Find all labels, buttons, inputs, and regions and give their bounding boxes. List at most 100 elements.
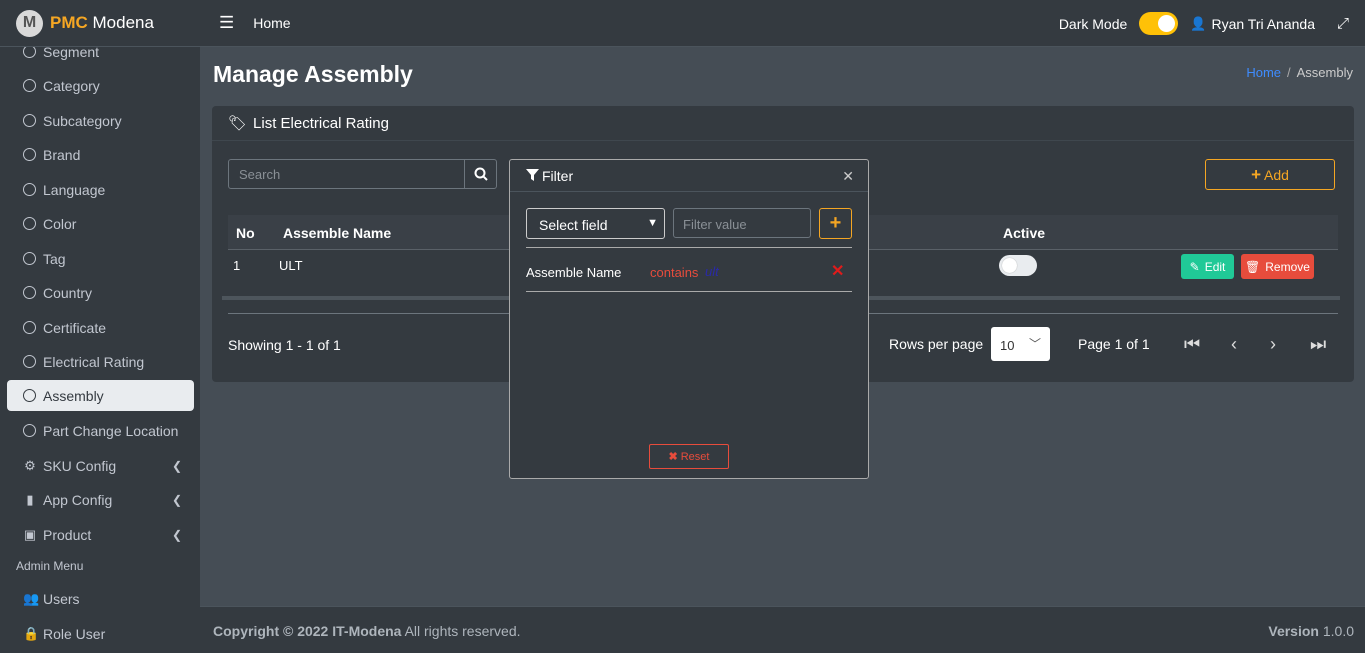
circle-icon (23, 252, 36, 265)
reset-button[interactable]: ✖ Reset (649, 444, 729, 469)
sidebar-item-subcategory[interactable]: Subcategory (7, 105, 194, 136)
sidebar-item-color[interactable]: Color (7, 208, 194, 239)
sidebar-item-category[interactable]: Category (7, 70, 194, 101)
chevron-left-icon: ❮ (171, 492, 182, 507)
sidebar-group-sku-config[interactable]: ⚙ SKU Config ❮ (7, 450, 194, 481)
plus-icon: + (1251, 164, 1261, 184)
cell-no: 1 (233, 258, 241, 273)
condition-operator: contains (650, 265, 699, 280)
search-box (228, 159, 497, 189)
gear-icon: ⚙ (24, 457, 36, 473)
sidebar-item-assembly[interactable]: Assembly (7, 380, 194, 411)
card-title: List Electrical Rating (253, 114, 389, 132)
sidebar-item-certificate[interactable]: Certificate (7, 312, 194, 343)
version: Version 1.0.0 (1268, 623, 1354, 639)
remove-button[interactable]: 🗑 Remove (1241, 254, 1314, 279)
edit-button[interactable]: ✎ Edit (1181, 254, 1234, 279)
breadcrumb-home-link[interactable]: Home (1246, 65, 1281, 80)
condition-value: ult (705, 264, 719, 279)
chevron-down-icon: ▼ (647, 217, 658, 229)
circle-icon (23, 389, 36, 402)
edit-icon: ✎ (1189, 259, 1200, 274)
sidebar-group-product[interactable]: ▣ Product ❮ (7, 519, 194, 550)
search-button[interactable] (464, 160, 496, 188)
cell-assemble-name: ULT (279, 258, 303, 273)
chevron-down-icon: ﹀ (1028, 337, 1041, 351)
sidebar-item-users[interactable]: 👥 Users (7, 583, 194, 614)
sidebar-item-tag[interactable]: Tag (7, 243, 194, 274)
user-icon: 👤 (1190, 15, 1207, 31)
sidebar-item-part-change-location[interactable]: Part Change Location (7, 415, 194, 446)
close-icon[interactable]: ✕ (842, 168, 854, 185)
divider (526, 247, 852, 248)
mobile-icon: ▮ (26, 491, 34, 507)
top-home-link[interactable]: Home (253, 15, 290, 31)
column-header-assemble-name[interactable]: Assemble Name (283, 225, 391, 241)
sidebar-group-app-config[interactable]: ▮ App Config ❮ (7, 484, 194, 515)
field-select[interactable]: Select field ▼ (526, 208, 665, 239)
chevron-left-icon: ❮ (171, 458, 182, 473)
circle-icon (23, 424, 36, 437)
circle-icon (23, 79, 36, 92)
sidebar: M PMC Modena Segment Category Subcategor… (0, 0, 200, 653)
breadcrumb: Home / Assembly (1246, 65, 1353, 80)
add-filter-button[interactable]: + (819, 208, 852, 239)
column-header-no[interactable]: No (236, 225, 255, 241)
filter-title: Filter (542, 167, 574, 184)
sidebar-item-brand[interactable]: Brand (7, 139, 194, 170)
brand-name: PMC Modena (50, 13, 154, 32)
briefcase-icon: ▣ (23, 526, 37, 542)
circle-icon (23, 183, 36, 196)
plus-icon: + (829, 212, 842, 234)
topbar-right: Dark Mode 👤 Ryan Tri Ananda ⤢ (1059, 0, 1349, 47)
circle-icon (23, 286, 36, 299)
hamburger-menu-icon[interactable]: ☰ (219, 13, 234, 33)
tags-icon: 🏷 (228, 115, 248, 132)
active-toggle[interactable] (999, 255, 1037, 276)
search-icon (474, 167, 488, 181)
users-cog-icon: 👥 (23, 590, 40, 606)
prev-page-icon[interactable]: ‹ (1231, 334, 1237, 355)
circle-icon (23, 355, 36, 368)
brand[interactable]: M PMC Modena (0, 0, 200, 47)
breadcrumb-current: Assembly (1296, 65, 1353, 80)
close-icon: ✖ (668, 451, 678, 463)
circle-icon (23, 114, 36, 127)
page-indicator: Page 1 of 1 (1078, 336, 1150, 352)
sidebar-item-role-user[interactable]: 🔒 Role User (7, 618, 194, 649)
brand-logo: M (16, 9, 43, 37)
lock-icon: 🔒 (23, 625, 40, 641)
copyright: Copyright © 2022 IT-Modena All rights re… (213, 623, 521, 639)
sidebar-header-admin: Admin Menu (16, 559, 84, 573)
sidebar-item-language[interactable]: Language (7, 174, 194, 205)
circle-icon (23, 217, 36, 230)
first-page-icon[interactable]: ⏮ (1184, 334, 1200, 355)
card-header: 🏷 List Electrical Rating (212, 106, 1354, 141)
rows-per-page-select[interactable]: 10 ﹀ (991, 327, 1050, 361)
sidebar-item-country[interactable]: Country (7, 277, 194, 308)
add-button[interactable]: + Add (1205, 159, 1335, 190)
trash-icon: 🗑 (1245, 259, 1261, 274)
column-header-active[interactable]: Active (1003, 225, 1045, 241)
chevron-left-icon: ❮ (171, 527, 182, 542)
footer: Copyright © 2022 IT-Modena All rights re… (200, 606, 1365, 653)
showing-count: Showing 1 - 1 of 1 (228, 337, 341, 353)
dark-mode-toggle[interactable] (1139, 12, 1179, 35)
fullscreen-icon[interactable]: ⤢ (1337, 15, 1349, 32)
dark-mode-label: Dark Mode (1058, 15, 1128, 32)
divider (526, 291, 852, 292)
sidebar-item-electrical-rating[interactable]: Electrical Rating (7, 346, 194, 377)
search-input[interactable] (229, 160, 464, 188)
toggle-knob (1158, 15, 1176, 32)
circle-icon (23, 321, 36, 334)
filter-value-input[interactable]: Filter value (673, 208, 811, 238)
remove-condition-icon[interactable]: ✕ (831, 261, 844, 281)
toggle-knob (1002, 258, 1017, 273)
user-name[interactable]: Ryan Tri Ananda (1211, 16, 1315, 32)
filter-icon (526, 168, 539, 184)
topbar: ☰ Home Dark Mode 👤 Ryan Tri Ananda ⤢ (200, 0, 1365, 47)
page-title: Manage Assembly (213, 61, 413, 87)
breadcrumb-separator: / (1287, 65, 1291, 80)
next-page-icon[interactable]: › (1270, 334, 1276, 355)
last-page-icon[interactable]: ⏭ (1310, 334, 1326, 355)
